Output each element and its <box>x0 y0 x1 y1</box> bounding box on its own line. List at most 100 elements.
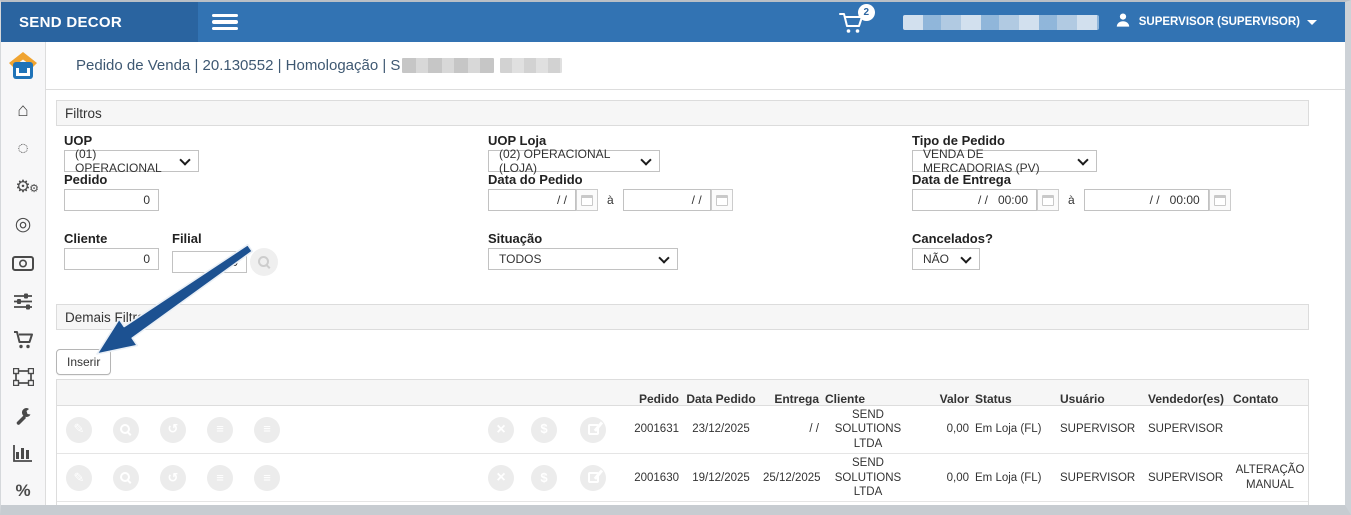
cancel-icon[interactable]: × <box>488 465 514 491</box>
column-header-usuario[interactable]: Usuário <box>1057 390 1145 409</box>
sidebar-item-tools[interactable] <box>11 404 35 426</box>
column-header-data-pedido[interactable]: Data Pedido <box>682 390 760 409</box>
cell-cliente: SEND SOLUTIONS LTDA <box>822 502 914 505</box>
search-icon <box>258 256 271 269</box>
cell-data-pedido: 23/12/2025 <box>682 420 760 438</box>
breadcrumb-bar: Pedido de Venda | 20.130552 | Homologaçã… <box>46 42 1345 90</box>
history-icon[interactable]: ↺ <box>160 465 186 491</box>
sidebar-item-reports[interactable] <box>11 442 35 464</box>
data-pedido-to-input[interactable] <box>623 189 711 211</box>
tipo-pedido-select[interactable]: VENDA DE MERCADORIAS (PV) <box>912 150 1097 172</box>
cell-entrega: / / <box>760 420 822 438</box>
view-icon[interactable] <box>113 417 139 443</box>
demais-filtros-title: Demais Filtros <box>65 310 151 325</box>
cell-contato: ALTERAÇÃO MANUAL <box>1230 461 1310 494</box>
filters-panel-header[interactable]: Filtros <box>56 100 1309 126</box>
history-icon[interactable]: ↺ <box>160 417 186 443</box>
search-icon <box>120 424 132 436</box>
filters-grid: UOP (01) OPERACIONAL Pedido Cliente Fili… <box>56 126 1309 276</box>
cell-usuario: SUPERVISOR <box>1057 420 1145 438</box>
edit-icon[interactable]: ✎ <box>66 465 92 491</box>
date-range-conjunction: à <box>1068 193 1075 207</box>
orders-table: Pedido Data Pedido Entrega Cliente Valor… <box>56 379 1309 505</box>
table-row: ✎ ↺ ≡ ≡ × $ 2001628 09/12/2025 16/01/202… <box>57 502 1308 505</box>
filial-label: Filial <box>172 231 278 248</box>
column-header-status[interactable]: Status <box>972 390 1057 409</box>
cell-data-pedido: 19/12/2025 <box>682 469 760 487</box>
cart-count-badge: 2 <box>858 4 875 21</box>
inserir-button[interactable]: Inserir <box>56 349 111 375</box>
sidebar-item-sales[interactable] <box>11 328 35 350</box>
payment-icon[interactable]: $ <box>531 465 557 491</box>
cell-pedido: 2001631 <box>617 420 682 438</box>
column-header-vendedores[interactable]: Vendedor(es) <box>1145 390 1230 409</box>
demais-filtros-panel-header[interactable]: Demais Filtros <box>56 304 1309 330</box>
data-entrega-to-input[interactable] <box>1084 189 1209 211</box>
cliente-input[interactable] <box>64 248 159 270</box>
cancelados-label: Cancelados? <box>912 231 1301 248</box>
cancel-icon[interactable]: × <box>488 417 514 443</box>
table-row: ✎ ↺ ≡ ≡ × $ 2001630 19/12/2025 25/12/202… <box>57 454 1308 502</box>
filial-search-button[interactable] <box>250 248 278 276</box>
column-header-contato[interactable]: Contato <box>1230 390 1310 409</box>
column-header-pedido[interactable]: Pedido <box>617 390 682 409</box>
cell-status: Em Loja (FL) <box>972 420 1057 438</box>
date-range-conjunction: à <box>607 193 614 207</box>
app-logo[interactable] <box>5 48 41 84</box>
breadcrumb: Pedido de Venda | 20.130552 | Homologaçã… <box>76 57 400 74</box>
pedido-input[interactable] <box>64 189 159 211</box>
column-header-entrega[interactable]: Entrega <box>760 390 822 409</box>
detail-list-icon[interactable]: ≡ <box>254 417 280 443</box>
view-icon[interactable] <box>113 465 139 491</box>
data-pedido-from-input[interactable] <box>488 189 576 211</box>
cancelados-select[interactable]: NÃO <box>912 248 980 270</box>
sidebar-item-pdv[interactable] <box>11 366 35 388</box>
sidebar-item-home[interactable]: ⌂ <box>11 100 35 122</box>
sidebar-item-settings[interactable]: ⚙⚙ <box>11 176 35 198</box>
chevron-down-icon <box>1307 20 1317 25</box>
user-icon <box>1115 12 1131 33</box>
edit-icon[interactable]: ✎ <box>66 417 92 443</box>
top-navbar: SEND DECOR 2 SUPERVISOR (SUPERVISOR) <box>1 2 1345 42</box>
items-list-icon[interactable]: ≡ <box>207 465 233 491</box>
uop-select[interactable]: (01) OPERACIONAL <box>64 150 199 172</box>
sidebar-item-processes[interactable]: ◌ <box>11 138 35 160</box>
cart-button[interactable]: 2 <box>839 8 875 36</box>
situacao-select[interactable]: TODOS <box>488 248 678 270</box>
cell-cliente: SEND SOLUTIONS LTDA <box>822 454 914 501</box>
brand-logo-text: SEND DECOR <box>1 2 198 42</box>
sidebar-item-discounts[interactable]: % <box>11 480 35 502</box>
cell-usuario: SUPERVISOR <box>1057 469 1145 487</box>
chevron-down-icon <box>658 252 669 263</box>
chevron-down-icon <box>179 154 190 165</box>
calendar-icon[interactable] <box>1037 189 1059 211</box>
data-entrega-from-input[interactable] <box>912 189 1037 211</box>
situacao-label: Situação <box>488 231 912 248</box>
table-header-row: Pedido Data Pedido Entrega Cliente Valor… <box>57 380 1308 406</box>
cell-contato <box>1230 428 1310 432</box>
cell-cliente: SEND SOLUTIONS LTDA <box>822 406 914 453</box>
payment-icon[interactable]: $ <box>531 417 557 443</box>
column-header-valor[interactable]: Valor <box>914 390 972 409</box>
edit-note-icon[interactable] <box>580 465 606 491</box>
uop-loja-select[interactable]: (02) OPERACIONAL (LOJA) <box>488 150 660 172</box>
sidebar-item-finance[interactable] <box>11 252 35 274</box>
user-name-label: SUPERVISOR (SUPERVISOR) <box>1139 16 1300 28</box>
edit-note-icon[interactable] <box>580 417 606 443</box>
hamburger-menu-icon[interactable] <box>212 11 238 34</box>
calendar-icon[interactable] <box>1209 189 1231 211</box>
sidebar-item-parameters[interactable] <box>11 290 35 312</box>
items-list-icon[interactable]: ≡ <box>207 417 233 443</box>
cell-valor: 0,00 <box>914 420 972 438</box>
sidebar-item-targets[interactable]: ◎ <box>11 214 35 236</box>
search-icon <box>120 472 132 484</box>
cell-vendedores: SUPERVISOR <box>1145 420 1230 438</box>
detail-list-icon[interactable]: ≡ <box>254 465 280 491</box>
calendar-icon[interactable] <box>711 189 733 211</box>
note-icon <box>588 472 599 483</box>
filial-input[interactable] <box>172 251 247 273</box>
redacted-header-text <box>903 15 1099 30</box>
user-menu[interactable]: SUPERVISOR (SUPERVISOR) <box>1115 12 1317 33</box>
calendar-icon[interactable] <box>576 189 598 211</box>
cell-valor: 0,00 <box>914 469 972 487</box>
